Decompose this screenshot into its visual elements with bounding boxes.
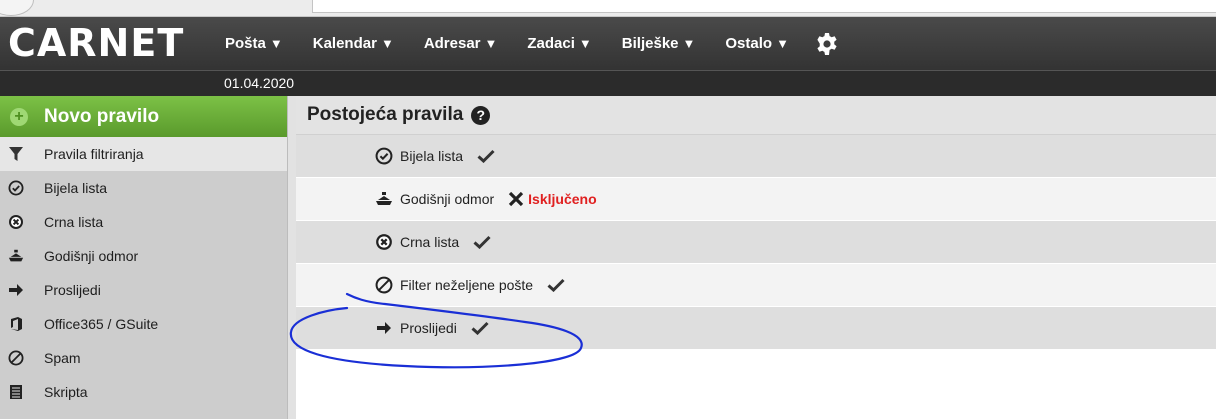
sidebar-item-blacklist[interactable]: Crna lista (0, 205, 287, 239)
main-menu: Pošta ▼ Kalendar ▼ Adresar ▼ Zadaci ▼ Bilješ… (225, 17, 839, 70)
rule-name[interactable]: Crna lista (400, 234, 459, 250)
new-rule-button[interactable]: + Novo pravilo (0, 96, 287, 137)
sidebar-item-label: Spam (44, 350, 81, 366)
main-content: Postojeća pravila ? Bijela lista Godišnj… (296, 96, 1216, 419)
checkmark-icon (471, 321, 489, 335)
caret-down-icon: ▼ (484, 36, 498, 51)
status-enabled[interactable] (477, 149, 495, 163)
status-enabled[interactable] (471, 321, 489, 335)
rule-row: Bijela lista (296, 135, 1216, 178)
plus-icon: + (10, 107, 28, 126)
rule-name[interactable]: Bijela lista (400, 148, 463, 164)
sidebar: + Novo pravilo Pravila filtriranja Bijel… (0, 96, 287, 419)
checkmark-icon (547, 278, 565, 292)
nav-item-biljeske[interactable]: Bilješke ▼ (622, 35, 696, 52)
caret-down-icon: ▼ (776, 36, 789, 51)
sidebar-item-filter-rules[interactable]: Pravila filtriranja (0, 137, 287, 171)
sidebar-item-whitelist[interactable]: Bijela lista (0, 171, 287, 205)
current-date: 01.04.2020 (224, 75, 295, 91)
browser-chrome (0, 0, 1216, 17)
nav-item-posta[interactable]: Pošta ▼ (225, 35, 283, 52)
checkmark-icon (477, 149, 495, 163)
checkmark-icon (473, 235, 491, 249)
sidebar-item-label: Pravila filtriranja (44, 146, 144, 162)
check-circle-icon (374, 146, 394, 166)
sidebar-item-label: Bijela lista (44, 180, 108, 196)
nav-item-ostalo[interactable]: Ostalo ▼ (725, 35, 789, 52)
no-entry-icon (8, 350, 24, 366)
browser-button[interactable] (0, 0, 34, 16)
nav-item-zadaci[interactable]: Zadaci ▼ (527, 35, 591, 52)
rule-name[interactable]: Filter neželjene pošte (400, 277, 533, 293)
caret-down-icon: ▼ (380, 36, 394, 51)
x-circle-icon (374, 232, 394, 252)
nav-item-kalendar[interactable]: Kalendar ▼ (313, 35, 394, 52)
sidebar-item-forward[interactable]: Proslijedi (0, 273, 287, 307)
date-bar: 01.04.2020 (0, 70, 1216, 96)
rule-name[interactable]: Godišnji odmor (400, 191, 494, 207)
caret-down-icon: ▼ (269, 36, 283, 51)
new-rule-label: Novo pravilo (44, 105, 160, 127)
sidebar-item-office365[interactable]: Office365 / GSuite (0, 307, 287, 341)
nav-item-adresar[interactable]: Adresar ▼ (424, 35, 498, 52)
carnet-logo[interactable]: CARNET (8, 23, 184, 63)
no-entry-icon (374, 275, 394, 295)
ship-icon (8, 248, 24, 264)
sidebar-item-label: Crna lista (44, 214, 104, 230)
page-title: Postojeća pravila (307, 104, 464, 125)
script-icon (8, 384, 24, 400)
rule-row: Crna lista (296, 221, 1216, 264)
main-header: Postojeća pravila ? (296, 96, 1216, 135)
cross-icon (509, 191, 524, 207)
gear-icon[interactable] (815, 32, 839, 56)
sidebar-item-spam[interactable]: Spam (0, 341, 287, 375)
arrow-right-icon (374, 318, 394, 338)
arrow-right-icon (8, 282, 24, 298)
sidebar-item-label: Office365 / GSuite (44, 316, 159, 332)
sidebar-item-label: Skripta (44, 384, 88, 400)
sidebar-item-label: Godišnji odmor (44, 248, 139, 264)
x-circle-icon (8, 214, 24, 230)
check-circle-icon (8, 180, 24, 196)
help-icon[interactable]: ? (471, 105, 491, 125)
rule-name[interactable]: Proslijedi (400, 320, 457, 336)
office-icon (8, 316, 24, 332)
sidebar-item-script[interactable]: Skripta (0, 375, 287, 409)
status-enabled[interactable] (547, 278, 565, 292)
top-navigation-bar: CARNET Pošta ▼ Kalendar ▼ Adresar ▼ Zadaci ▼… (0, 17, 1216, 70)
rule-row: Proslijedi (296, 307, 1216, 350)
sidebar-item-label: Proslijedi (44, 282, 101, 298)
disabled-label: Isključeno (528, 191, 597, 207)
status-enabled[interactable] (473, 235, 491, 249)
ship-icon (374, 189, 394, 209)
address-bar[interactable] (312, 0, 1216, 13)
caret-down-icon: ▼ (578, 36, 592, 51)
status-disabled[interactable]: Isključeno (508, 191, 597, 207)
rule-row: Godišnji odmor Isključeno (296, 178, 1216, 221)
rule-row: Filter neželjene pošte (296, 264, 1216, 307)
caret-down-icon: ▼ (682, 36, 696, 51)
sidebar-item-vacation[interactable]: Godišnji odmor (0, 239, 287, 273)
filter-icon (8, 146, 24, 162)
